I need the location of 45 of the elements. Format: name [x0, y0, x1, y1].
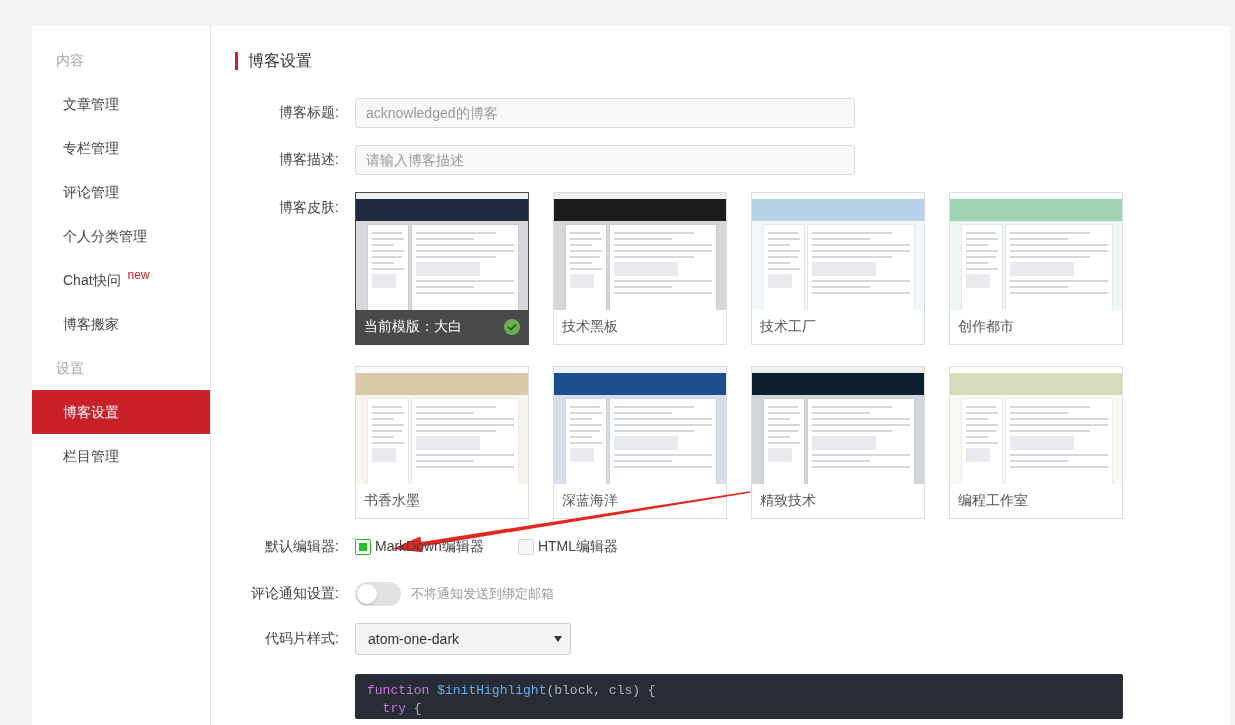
new-label: new: [127, 268, 150, 282]
dropdown[interactable]: atom-one-dark: [355, 623, 571, 655]
field-label: 代码片样式:: [264, 630, 339, 648]
text-field[interactable]: acknowledged的博客: [355, 98, 855, 128]
theme-name: 创作都市: [958, 318, 1014, 336]
sidebar-item[interactable]: 专栏管理: [32, 126, 210, 170]
code-line: function $initHighlight(block, cls) {: [367, 682, 657, 700]
theme-option[interactable]: 当前模版：大白: [355, 192, 529, 345]
sidebar-heading: 内容: [55, 51, 85, 70]
code-line: try {: [381, 700, 423, 718]
theme-option[interactable]: 创作都市: [949, 192, 1123, 345]
caret-icon: [554, 636, 562, 642]
toggle-hint: 不将通知发送到绑定邮箱: [411, 585, 554, 603]
theme-option[interactable]: 编程工作室: [949, 366, 1123, 519]
theme-name: 技术黑板: [562, 318, 618, 336]
sidebar-item[interactable]: 博客设置: [32, 390, 210, 434]
sidebar-item[interactable]: Chat快问 $^{new}$: [32, 258, 210, 302]
sidebar-item[interactable]: 个人分类管理: [32, 214, 210, 258]
sidebar-item[interactable]: 栏目管理: [32, 434, 210, 478]
theme-option[interactable]: 技术工厂: [751, 192, 925, 345]
option-label[interactable]: HTML编辑器: [537, 538, 619, 556]
sidebar-item[interactable]: 评论管理: [32, 170, 210, 214]
toggle-switch[interactable]: [355, 582, 401, 606]
theme-name: 精致技术: [760, 492, 816, 510]
field-label: 博客皮肤:: [278, 198, 339, 217]
checkbox[interactable]: [355, 539, 371, 555]
theme-option[interactable]: 精致技术: [751, 366, 925, 519]
sidebar-item[interactable]: 文章管理: [32, 82, 210, 126]
theme-name: 技术工厂: [760, 318, 816, 336]
theme-option[interactable]: 技术黑板: [553, 192, 727, 345]
theme-name: 当前模版：大白: [364, 318, 462, 336]
theme-name: 深蓝海洋: [562, 492, 618, 510]
text-field[interactable]: 请输入博客描述: [355, 145, 855, 175]
theme-name: 书香水墨: [364, 492, 420, 510]
check-circle-icon: [504, 319, 520, 335]
sidebar-heading: 设置: [55, 359, 85, 378]
sidebar-item[interactable]: 博客搬家: [32, 302, 210, 346]
field-label: 博客描述:: [278, 151, 339, 169]
theme-option[interactable]: 书香水墨: [355, 366, 529, 519]
field-label: 默认编辑器:: [264, 538, 339, 556]
field-label: 博客标题:: [278, 104, 339, 122]
theme-name: 编程工作室: [958, 492, 1028, 510]
section-title: 博客设置: [235, 52, 312, 70]
theme-option[interactable]: 深蓝海洋: [553, 366, 727, 519]
field-label: 评论通知设置:: [250, 585, 339, 603]
